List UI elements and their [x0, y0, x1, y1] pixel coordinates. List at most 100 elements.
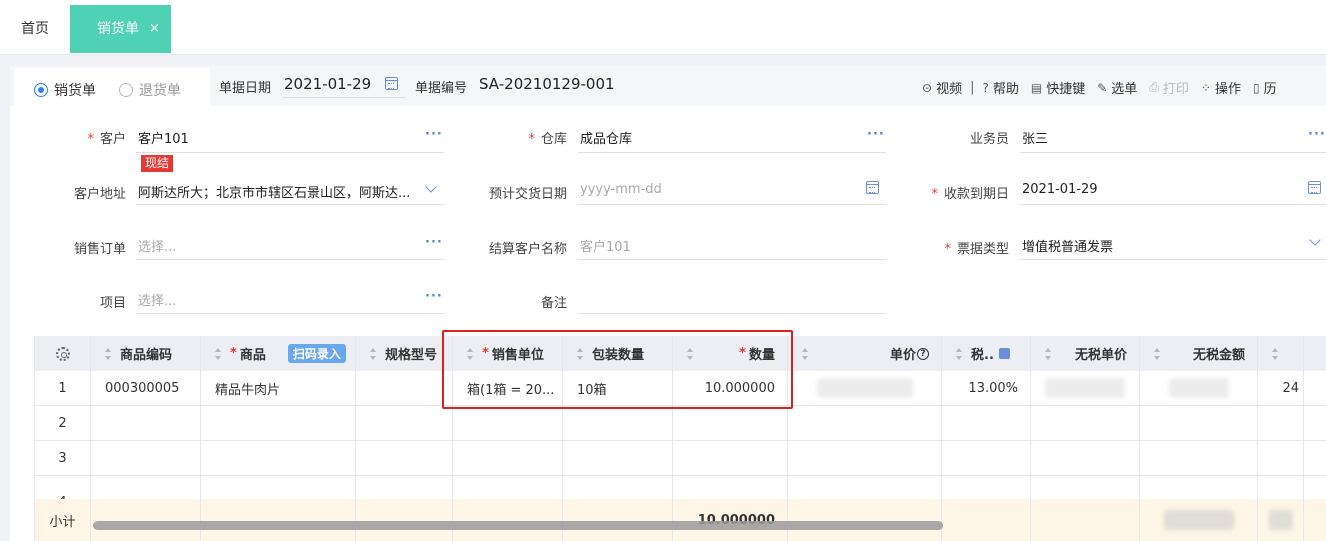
invoice-type-select[interactable]: 增值税普通发票 [1022, 236, 1113, 255]
cell-net-amount[interactable] [1140, 441, 1258, 475]
document-icon: ▯ [1253, 80, 1260, 95]
more-icon[interactable]: ··· [425, 289, 443, 304]
date-label: 单据日期 [219, 81, 272, 96]
more-icon[interactable]: ··· [867, 127, 885, 142]
cell-net-amount[interactable] [1140, 371, 1258, 405]
sort-icon [1154, 347, 1161, 360]
delivery-date-input[interactable]: yyyy-mm-dd [580, 182, 662, 197]
project-field[interactable]: 选择... [138, 290, 176, 309]
col-price-label: 单价 [889, 348, 916, 363]
subtotal-label: 小计 [35, 499, 91, 541]
col-more[interactable] [1258, 336, 1304, 371]
subtotal-cell [1031, 499, 1140, 541]
settle-customer-field[interactable]: 客户101 [580, 236, 631, 255]
cell-qty[interactable] [673, 441, 788, 475]
cell-code[interactable] [91, 406, 201, 440]
calendar-icon[interactable] [1308, 181, 1321, 194]
warehouse-field[interactable]: 成品仓库 [580, 128, 632, 147]
more-icon[interactable]: ··· [1308, 127, 1326, 142]
tab-home[interactable]: 首页 [0, 5, 70, 53]
cell-extra[interactable]: 24 [1258, 371, 1304, 405]
help-icon: ? [982, 80, 989, 95]
shortcut-button[interactable]: ▤ 快捷键 [1031, 78, 1085, 98]
settle-customer-label: 结算客户名称 [488, 242, 567, 257]
help-icon[interactable]: ? [917, 347, 929, 360]
cell-unit[interactable] [453, 441, 563, 475]
cell-tax[interactable] [942, 406, 1031, 440]
col-code-label: 商品编码 [120, 348, 173, 363]
subtotal-cell [91, 499, 201, 541]
redacted-value [816, 378, 913, 398]
tab-sales-order[interactable]: 销货单 × [70, 5, 171, 53]
more-icon[interactable]: ··· [425, 127, 443, 142]
sort-icon [105, 347, 112, 360]
col-product[interactable]: * 商品 扫码录入 [201, 336, 356, 371]
close-icon[interactable]: × [149, 5, 160, 53]
delivery-underline [578, 204, 886, 205]
address-field[interactable]: 阿斯达所大；北京市市辖区石景山区，阿斯达... [138, 182, 413, 201]
col-net-amount[interactable]: 无税金额 [1140, 336, 1258, 371]
cell-spec[interactable] [356, 371, 453, 405]
col-tax[interactable]: 税.. [942, 336, 1031, 371]
divider: | [970, 80, 975, 95]
salesman-field[interactable]: 张三 [1022, 128, 1048, 147]
sales-order-field[interactable]: 选择... [138, 236, 176, 255]
cell-net-price[interactable] [1031, 441, 1140, 475]
cell-net-amount[interactable] [1140, 406, 1258, 440]
column-settings[interactable] [35, 336, 91, 371]
scan-entry-button[interactable]: 扫码录入 [287, 344, 346, 363]
customer-field[interactable]: 客户101 [138, 128, 189, 147]
col-spec[interactable]: 规格型号 [356, 336, 453, 371]
print-button[interactable]: ⎙ 打印 [1149, 78, 1189, 97]
calendar-icon[interactable] [385, 77, 398, 90]
gear-icon [55, 346, 70, 361]
remark-underline [578, 313, 886, 314]
due-date-input[interactable]: 2021-01-29 [1022, 182, 1098, 197]
table-row[interactable]: 3 [35, 441, 1326, 476]
annotation-highlight-box [442, 330, 793, 409]
col-price[interactable]: 单价? [788, 336, 942, 371]
redacted-value [1163, 510, 1234, 530]
help-button[interactable]: ? 帮助 [982, 78, 1018, 98]
customer-label: * 客户 [87, 132, 126, 147]
cell-code[interactable] [91, 441, 201, 475]
col-code[interactable]: 商品编码 [91, 336, 201, 371]
select-order-button[interactable]: ✎ 选单 [1097, 78, 1137, 98]
remark-label: 备注 [540, 296, 567, 311]
cell-unit[interactable] [453, 406, 563, 440]
operate-button[interactable]: ⁘ 操作 [1201, 78, 1241, 98]
cell-qty[interactable] [673, 406, 788, 440]
history-button[interactable]: ▯ 历 [1253, 78, 1277, 98]
date-input[interactable]: 2021-01-29 [284, 75, 371, 93]
project-underline [136, 313, 444, 314]
cell-price[interactable] [788, 406, 942, 440]
horizontal-scrollbar[interactable] [93, 521, 943, 530]
radio-return[interactable]: 退货单 [119, 80, 181, 100]
calendar-icon[interactable] [866, 181, 879, 194]
cell-extra[interactable] [1258, 406, 1304, 440]
video-button[interactable]: ⊙ 视频 [922, 78, 962, 98]
cell-price[interactable] [788, 371, 942, 405]
cell-price[interactable] [788, 441, 942, 475]
cell-spec[interactable] [356, 406, 453, 440]
cell-product[interactable]: 精品牛肉片 [201, 371, 356, 405]
radio-sale[interactable]: 销货单 [34, 80, 96, 100]
cell-pack[interactable] [563, 441, 673, 475]
cell-tax[interactable]: 13.00% [942, 371, 1031, 405]
cell-code[interactable]: 000300005 [91, 371, 201, 405]
cell-pack[interactable] [563, 406, 673, 440]
cell-extra[interactable] [1258, 441, 1304, 475]
col-net-price[interactable]: 无税单价 [1031, 336, 1140, 371]
subtotal-extra [1258, 499, 1304, 541]
cell-net-price[interactable] [1031, 406, 1140, 440]
address-label: 客户地址 [73, 187, 126, 202]
more-icon[interactable]: ··· [425, 235, 443, 250]
cell-net-price[interactable] [1031, 371, 1140, 405]
cell-tax[interactable] [942, 441, 1031, 475]
edit-icon[interactable] [998, 348, 1010, 359]
cell-product[interactable] [201, 441, 356, 475]
table-row[interactable]: 2 [35, 406, 1326, 441]
cell-spec[interactable] [356, 441, 453, 475]
doc-type-switch: 销货单 退货单 [14, 68, 210, 108]
cell-product[interactable] [201, 406, 356, 440]
